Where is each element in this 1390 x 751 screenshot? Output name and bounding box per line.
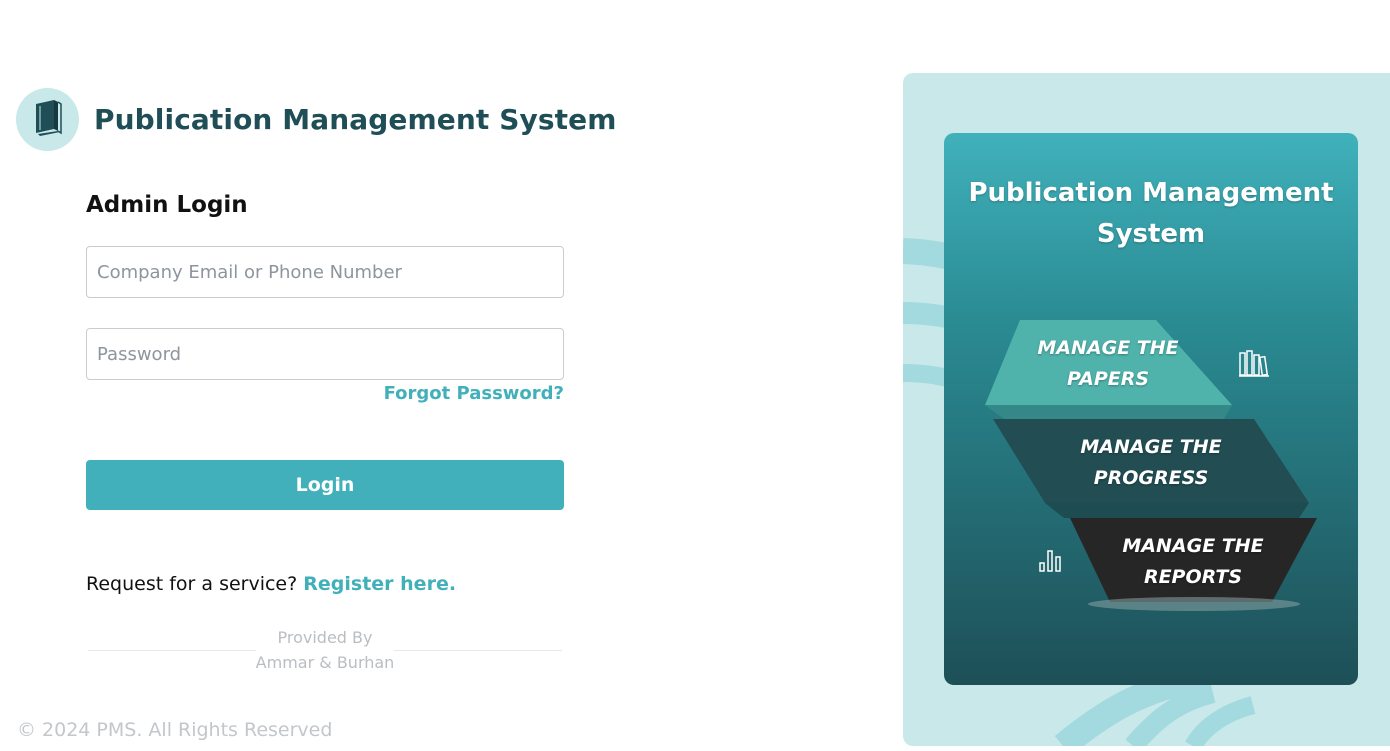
pyramid-graphic — [985, 320, 1317, 611]
register-link[interactable]: Register here. — [303, 573, 456, 595]
login-heading: Admin Login — [86, 192, 248, 218]
brand-title: Publication Management System — [94, 103, 617, 136]
tier-progress: MANAGE THE PROGRESS — [1067, 432, 1235, 494]
bar-chart-icon — [1038, 547, 1064, 578]
tier-reports: MANAGE THE REPORTS — [1109, 531, 1277, 593]
tier-progress-line1: MANAGE THE — [1080, 436, 1222, 458]
password-input[interactable] — [86, 328, 564, 380]
footer-copyright: © 2024 PMS. All Rights Reserved — [17, 719, 333, 741]
provided-by-authors: Ammar & Burhan — [255, 653, 395, 672]
tier-papers-line2: PAPERS — [1066, 368, 1150, 390]
tier-papers-line1: MANAGE THE — [1037, 337, 1179, 359]
brand-header: Publication Management System — [16, 88, 616, 151]
provided-by-label: Provided By — [277, 628, 373, 647]
tier-progress-line2: PROGRESS — [1093, 467, 1209, 489]
promo-panel: Publication Management System MANAGE THE… — [903, 73, 1390, 746]
book-icon — [32, 98, 64, 141]
email-or-phone-input[interactable] — [86, 246, 564, 298]
login-page: Publication Management System Admin Logi… — [0, 0, 1390, 751]
login-button[interactable]: Login — [86, 460, 564, 510]
register-prompt: Request for a service? — [86, 573, 298, 595]
brand-logo — [16, 88, 79, 151]
tier-papers: MANAGE THE PAPERS — [1024, 333, 1192, 395]
pyramid-shadow — [1088, 597, 1300, 611]
tier-reports-line2: REPORTS — [1143, 566, 1243, 588]
tier-reports-line1: MANAGE THE — [1122, 535, 1264, 557]
promo-card: Publication Management System MANAGE THE… — [944, 133, 1358, 685]
provided-by-section: Provided By Ammar & Burhan — [86, 628, 564, 674]
books-icon — [1238, 349, 1270, 382]
register-line: Request for a service? Register here. — [86, 573, 456, 595]
forgot-password-link[interactable]: Forgot Password? — [384, 383, 564, 404]
